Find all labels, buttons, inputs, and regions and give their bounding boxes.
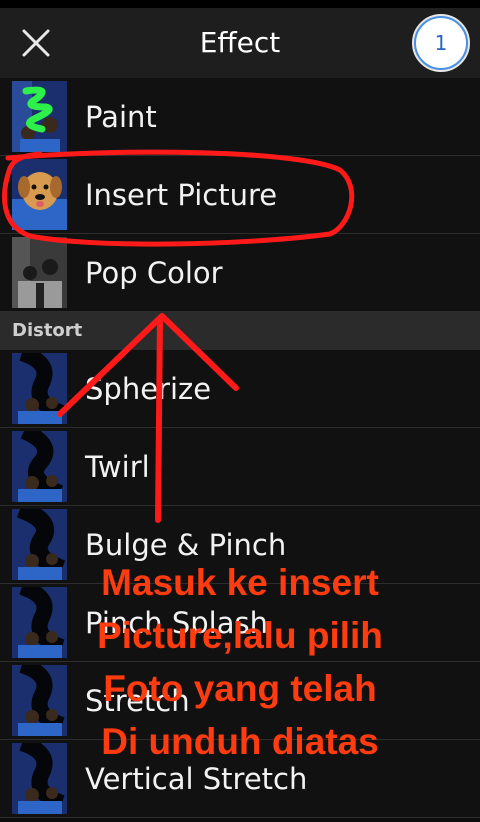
effect-item-vertical-stretch[interactable]: Vertical Stretch [0, 740, 480, 818]
effect-item-paint[interactable]: Paint [0, 78, 480, 156]
effect-list: Paint Insert Picture Pop Color Distort S… [0, 78, 480, 818]
effect-item-pop-color[interactable]: Pop Color [0, 234, 480, 312]
effect-label: Bulge & Pinch [85, 528, 287, 562]
spherize-thumbnail [12, 353, 67, 424]
effect-label: Paint [85, 100, 157, 134]
effect-item-spherize[interactable]: Spherize [0, 350, 480, 428]
effect-label: Stretch [85, 684, 190, 718]
effect-item-insert-picture[interactable]: Insert Picture [0, 156, 480, 234]
effect-item-twirl[interactable]: Twirl [0, 428, 480, 506]
effect-label: Pinch Splash [85, 606, 268, 640]
effect-item-pinch-splash[interactable]: Pinch Splash [0, 584, 480, 662]
pinch-splash-thumbnail [12, 587, 67, 658]
section-header-distort: Distort [0, 312, 480, 350]
vertical-stretch-thumbnail [12, 743, 67, 814]
effect-label: Insert Picture [85, 178, 278, 212]
dog-thumbnail [12, 159, 67, 230]
twirl-thumbnail [12, 431, 67, 502]
paint-thumbnail [12, 81, 67, 152]
effect-label: Twirl [85, 450, 150, 484]
page-title: Effect [199, 26, 281, 59]
bulge-pinch-thumbnail [12, 509, 67, 580]
badge-count: 1 [416, 18, 466, 68]
effect-item-bulge-pinch[interactable]: Bulge & Pinch [0, 506, 480, 584]
effect-label: Vertical Stretch [85, 762, 308, 796]
effect-label: Spherize [85, 372, 212, 406]
status-bar [0, 0, 480, 8]
effect-label: Pop Color [85, 256, 223, 290]
stretch-thumbnail [12, 665, 67, 736]
count-badge[interactable]: 1 [412, 14, 470, 72]
effect-item-stretch[interactable]: Stretch [0, 662, 480, 740]
app-header: Effect 1 [0, 8, 480, 78]
bw-thumbnail [12, 237, 67, 308]
